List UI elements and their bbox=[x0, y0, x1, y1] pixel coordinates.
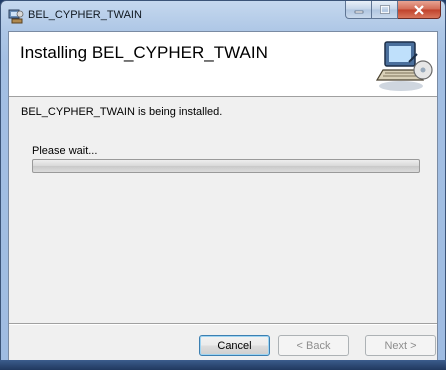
cancel-button[interactable]: Cancel bbox=[199, 335, 270, 356]
installer-icon bbox=[8, 9, 24, 24]
maximize-icon bbox=[379, 5, 390, 14]
footer-divider-highlight bbox=[9, 324, 437, 325]
install-progress-bar bbox=[32, 159, 420, 173]
close-button[interactable] bbox=[398, 1, 441, 19]
desktop-taskbar bbox=[0, 360, 446, 370]
caption-buttons bbox=[345, 1, 441, 19]
maximize-button[interactable] bbox=[372, 1, 398, 19]
please-wait-label: Please wait... bbox=[32, 145, 98, 157]
install-status-text: BEL_CYPHER_TWAIN is being installed. bbox=[21, 106, 223, 118]
dialog-client-area: Installing BEL_CYPHER_TWAIN BEL_CYPHER_T… bbox=[8, 31, 438, 361]
window-title: BEL_CYPHER_TWAIN bbox=[28, 9, 142, 21]
back-button[interactable]: < Back bbox=[278, 335, 349, 356]
page-title: Installing BEL_CYPHER_TWAIN bbox=[20, 43, 268, 62]
minimize-icon bbox=[354, 10, 363, 13]
close-icon bbox=[414, 4, 424, 15]
header-banner: Installing BEL_CYPHER_TWAIN bbox=[9, 32, 437, 97]
title-bar[interactable]: BEL_CYPHER_TWAIN bbox=[1, 1, 445, 31]
minimize-button[interactable] bbox=[345, 1, 372, 19]
installer-window: BEL_CYPHER_TWAIN Installing BEL_CYPHER_T… bbox=[0, 0, 446, 370]
next-button[interactable]: Next > bbox=[365, 335, 436, 356]
computer-install-icon bbox=[375, 41, 433, 91]
